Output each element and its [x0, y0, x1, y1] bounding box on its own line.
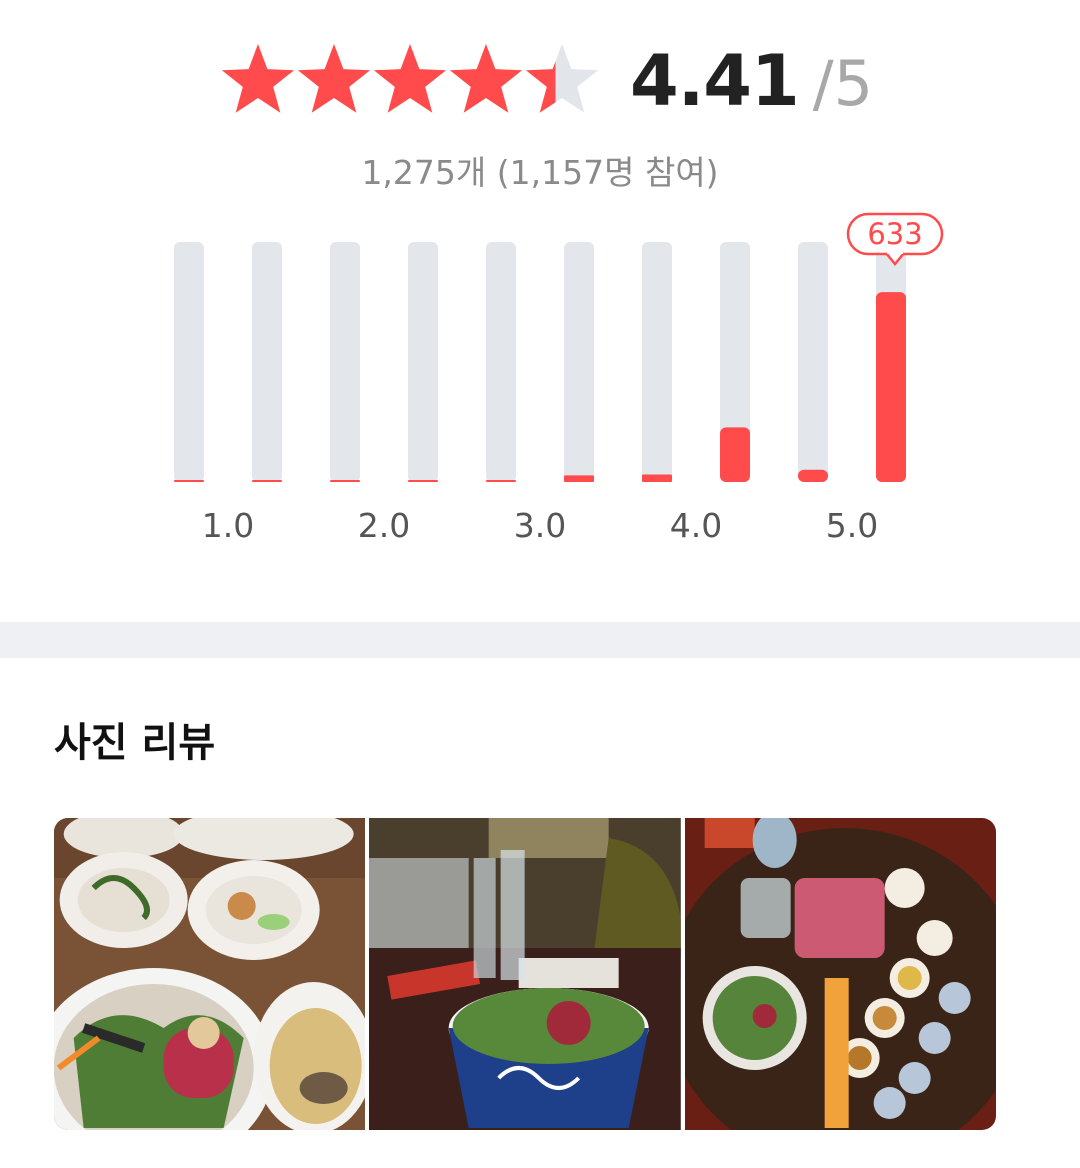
star-icon — [297, 44, 371, 113]
star-icon — [221, 44, 295, 113]
star-icon — [373, 44, 447, 113]
x-tick-label: 5.0 — [826, 506, 878, 545]
bar-track — [798, 242, 828, 482]
rating-distribution-chart: 1.0 2.0 3.0 4.0 5.0 633 — [174, 212, 944, 545]
x-tick-label: 2.0 — [358, 506, 410, 545]
bar-track — [564, 242, 594, 482]
bibimbap-table-top-view-photo — [684, 818, 996, 1130]
bar-2.5 — [486, 480, 516, 482]
section-divider — [0, 622, 1080, 658]
rating-max: /5 — [812, 47, 874, 120]
bar-2.0 — [408, 480, 438, 482]
star-icon — [449, 44, 523, 113]
bar-3.5 — [642, 474, 672, 482]
bar-4.0 — [720, 427, 750, 482]
review-count: 1,275개 (1,157명 참여) — [361, 153, 719, 192]
x-tick-label: 1.0 — [202, 506, 254, 545]
bar-track — [330, 242, 360, 482]
bar-track — [408, 242, 438, 482]
bar-track — [174, 242, 204, 482]
bar-track — [252, 242, 282, 482]
bar-track — [642, 242, 672, 482]
bar-track — [486, 242, 516, 482]
photo-reviews-title: 사진 리뷰 — [54, 720, 216, 766]
bar-0.5 — [174, 480, 204, 482]
max-value-label: 633 — [867, 217, 922, 251]
photo-review-1[interactable] — [54, 818, 366, 1130]
star-rating — [221, 44, 599, 113]
rating-summary: 4.41 /5 — [0, 40, 1080, 130]
bibimbap-bowl-with-wine-glasses-photo — [369, 818, 681, 1130]
x-tick-label: 4.0 — [670, 506, 722, 545]
star-icon — [525, 44, 599, 113]
bar-3.0 — [564, 475, 594, 482]
bar-1.0 — [252, 480, 282, 482]
photo-review-gallery — [54, 818, 996, 1130]
photo-review-3[interactable] — [684, 818, 996, 1130]
rating-value: 4.41 — [630, 40, 800, 122]
bar-1.5 — [330, 480, 360, 482]
bibimbap-with-side-dishes-photo — [54, 818, 366, 1130]
x-tick-label: 3.0 — [514, 506, 566, 545]
bar-5.0 — [876, 292, 906, 482]
score: 4.41 /5 — [630, 40, 874, 122]
photo-review-2[interactable] — [369, 818, 681, 1130]
bar-4.5 — [798, 469, 828, 482]
max-value-badge: 633 — [846, 212, 944, 266]
